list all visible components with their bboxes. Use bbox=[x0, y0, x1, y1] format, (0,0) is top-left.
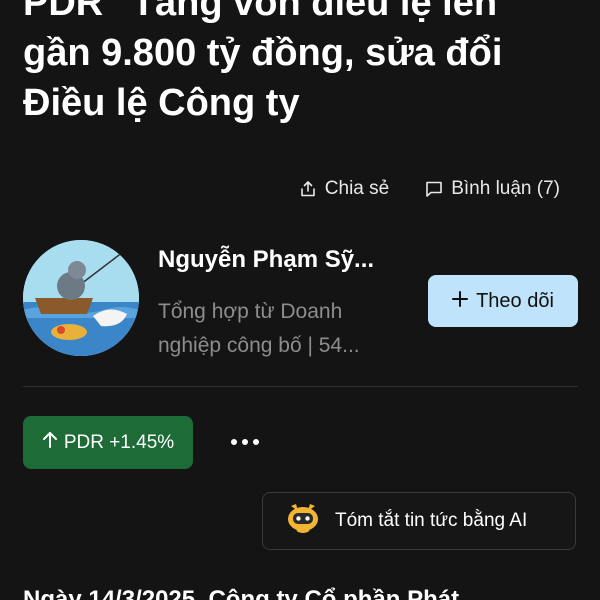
author-description-line: Tổng hợp từ Doanh bbox=[158, 300, 343, 323]
avatar[interactable] bbox=[23, 240, 139, 356]
comment-button[interactable]: Bình luận (7) bbox=[425, 178, 560, 200]
article-body-preview: Ngày 14/3/2025, Công ty Cổ phần Phát bbox=[23, 586, 460, 600]
follow-label: Theo dõi bbox=[476, 289, 554, 312]
ai-summary-label: Tóm tắt tin tức bằng AI bbox=[335, 510, 528, 531]
arrow-up-icon bbox=[42, 431, 58, 455]
article-title: PDR "Tăng vốn điều lệ lên gần 9.800 tỷ đ… bbox=[23, 0, 583, 128]
more-dot bbox=[253, 439, 259, 445]
article-page: PDR "Tăng vốn điều lệ lên gần 9.800 tỷ đ… bbox=[0, 0, 600, 600]
article-title-line: gần 9.800 tỷ đồng, sửa đổi bbox=[23, 32, 503, 74]
more-dot bbox=[242, 439, 248, 445]
author-card: Nguyễn Phạm Sỹ... Tổng hợp từ Doanh nghi… bbox=[23, 240, 578, 358]
divider bbox=[23, 386, 578, 387]
author-name[interactable]: Nguyễn Phạm Sỹ... bbox=[158, 246, 374, 274]
author-description: Tổng hợp từ Doanh nghiệp công bố | 54... bbox=[158, 295, 408, 363]
more-dot bbox=[231, 439, 237, 445]
share-label: Chia sẻ bbox=[324, 178, 390, 199]
share-icon bbox=[299, 180, 317, 198]
ai-summary-button[interactable]: Tóm tắt tin tức bằng AI bbox=[262, 492, 576, 550]
ticker-label: PDR +1.45% bbox=[63, 431, 175, 453]
follow-button[interactable]: Theo dõi bbox=[428, 275, 578, 327]
comment-icon bbox=[425, 180, 443, 198]
author-description-line: nghiệp công bố | 54... bbox=[158, 334, 360, 357]
article-title-line: PDR "Tăng vốn điều lệ lên bbox=[23, 0, 498, 24]
comment-label: Bình luận (7) bbox=[451, 178, 560, 199]
avatar-illustration bbox=[23, 240, 139, 356]
article-actions: Chia sẻ Bình luận (7) bbox=[299, 178, 560, 200]
article-title-line: Điều lệ Công ty bbox=[23, 82, 300, 124]
more-horizontal-icon[interactable] bbox=[230, 428, 260, 456]
share-button[interactable]: Chia sẻ bbox=[299, 178, 389, 200]
plus-icon bbox=[452, 290, 469, 313]
ai-bot-icon bbox=[285, 502, 321, 540]
stock-ticker-badge[interactable]: PDR +1.45% bbox=[23, 416, 193, 469]
